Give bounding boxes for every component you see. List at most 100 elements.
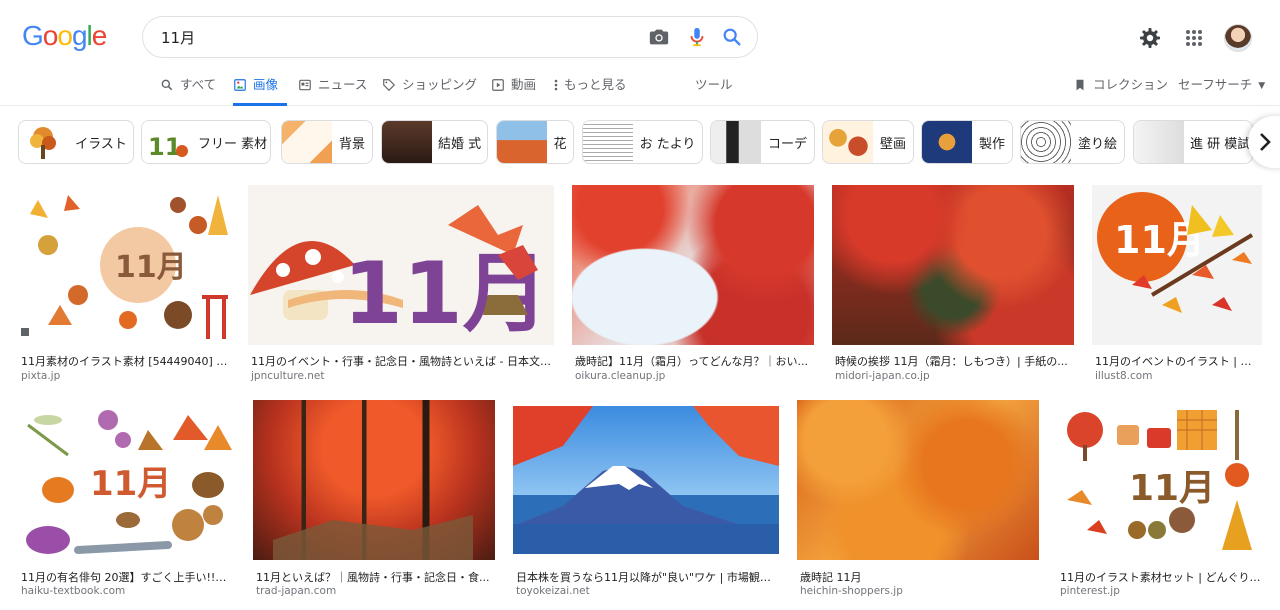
result-image[interactable] xyxy=(253,400,495,560)
chip[interactable]: 製作 xyxy=(921,120,1013,164)
result-caption[interactable]: 時候の挨拶 11月（霜月：しもつき）| 手紙の... xyxy=(835,353,1073,369)
image-result[interactable]: 11月 11月素材のイラスト素材 [54449040] - PI... pixt… xyxy=(18,185,230,385)
chip[interactable]: コーデ xyxy=(710,120,815,164)
chip-thumbnail xyxy=(711,121,761,163)
chip-label: 塗り絵 xyxy=(1077,136,1117,152)
gear-icon[interactable] xyxy=(1138,26,1162,50)
result-image[interactable] xyxy=(572,185,814,345)
result-source[interactable]: oikura.cleanup.jp xyxy=(575,370,665,382)
result-caption[interactable]: 日本株を買うなら11月以降が"良い"ワケ | 市場観測 |... xyxy=(516,569,778,585)
result-caption[interactable]: 歳時記 11月 xyxy=(800,569,1038,585)
tab-news[interactable]: ニュース xyxy=(298,70,367,106)
chip[interactable]: イラスト xyxy=(18,120,134,164)
image-result[interactable]: 11月 11月のイベント・行事・記念日・風物詩といえば - 日本文化... jp… xyxy=(248,185,554,385)
result-source[interactable]: jpnculture.net xyxy=(251,370,324,382)
result-image[interactable]: 11月 xyxy=(1057,400,1262,560)
result-image[interactable]: 11月 xyxy=(18,185,230,345)
logo-letter: g xyxy=(71,20,88,51)
chip-thumbnail xyxy=(19,121,69,163)
tab-label: 動画 xyxy=(511,77,537,92)
image-result[interactable]: 11月 11月のイベントのイラスト | 無... illust8.com xyxy=(1092,185,1262,385)
chip-label: 進 研 模試 xyxy=(1190,136,1251,152)
image-result[interactable]: 歳時記 11月 heichin-shoppers.jp xyxy=(797,400,1039,605)
tab-label: ツール xyxy=(695,77,733,92)
bookmark-icon xyxy=(1073,78,1087,92)
safesearch-label: セーフサーチ xyxy=(1178,77,1253,92)
tab-images[interactable]: 画像 xyxy=(233,70,287,106)
chip[interactable]: お たより xyxy=(582,120,703,164)
tab-all[interactable]: すべて xyxy=(160,70,216,106)
image-result[interactable]: 日本株を買うなら11月以降が"良い"ワケ | 市場観測 |... toyokei… xyxy=(513,406,779,605)
image-text: 11月 xyxy=(115,250,187,285)
result-image[interactable]: 11月 xyxy=(1092,185,1262,345)
chevron-down-icon: ▼ xyxy=(1258,81,1266,91)
image-result[interactable]: 11月といえば？｜風物詩・行事・記念日・食... trad-japan.com xyxy=(253,400,495,605)
chip-label: 花 xyxy=(553,136,567,152)
chip-thumbnail xyxy=(382,121,432,163)
chip-thumbnail xyxy=(922,121,972,163)
search-icon[interactable] xyxy=(721,26,743,48)
chip-label: 壁画 xyxy=(879,136,906,152)
tab-label: ショッピング xyxy=(402,77,478,92)
result-source[interactable]: heichin-shoppers.jp xyxy=(800,585,903,597)
tab-label: すべて xyxy=(180,77,217,92)
result-source[interactable]: illust8.com xyxy=(1095,370,1152,382)
chip[interactable]: 11 フリー 素材 xyxy=(141,120,271,164)
news-icon xyxy=(298,78,312,92)
image-text: 11月 xyxy=(90,464,171,504)
chip-label: 製作 xyxy=(978,136,1005,152)
result-caption[interactable]: 11月のイベントのイラスト | 無... xyxy=(1095,353,1261,369)
camera-icon[interactable] xyxy=(648,26,670,48)
chip-label: イラスト xyxy=(75,136,127,152)
chip[interactable]: 進 研 模試 xyxy=(1133,120,1253,164)
avatar[interactable] xyxy=(1224,24,1252,52)
result-source[interactable]: toyokeizai.net xyxy=(516,585,590,597)
result-caption[interactable]: 11月のイラスト素材セット | どんぐり ... xyxy=(1060,569,1261,585)
result-image[interactable]: 11月 xyxy=(248,185,554,345)
result-source[interactable]: pinterest.jp xyxy=(1060,585,1120,597)
tab-more[interactable]: もっと見る xyxy=(554,70,627,106)
chip-thumbnail xyxy=(1134,121,1184,163)
result-caption[interactable]: 11月の有名俳句 20選】すごく上手い!!季... xyxy=(21,569,235,585)
top-bar: Google xyxy=(0,0,1280,70)
result-caption[interactable]: 11月といえば？｜風物詩・行事・記念日・食... xyxy=(256,569,494,585)
image-result[interactable]: 時候の挨拶 11月（霜月：しもつき）| 手紙の... midori-japan.… xyxy=(832,185,1074,385)
tab-tools[interactable]: ツール xyxy=(695,70,733,106)
result-caption[interactable]: 11月のイベント・行事・記念日・風物詩といえば - 日本文化... xyxy=(251,353,553,369)
chip[interactable]: 結婚 式 xyxy=(381,120,488,164)
chip[interactable]: 壁画 xyxy=(822,120,914,164)
chip-thumbnail xyxy=(823,121,873,163)
tab-label: もっと見る xyxy=(564,77,627,92)
tab-videos[interactable]: 動画 xyxy=(491,70,536,106)
chevron-right-icon xyxy=(1258,132,1272,152)
tab-shopping[interactable]: ショッピング xyxy=(382,70,477,106)
result-image[interactable] xyxy=(832,185,1074,345)
result-caption[interactable]: 11月素材のイラスト素材 [54449040] - PI... xyxy=(21,353,229,369)
result-source[interactable]: trad-japan.com xyxy=(256,585,336,597)
result-image[interactable] xyxy=(797,400,1039,560)
play-icon xyxy=(491,78,505,92)
search-input[interactable] xyxy=(161,26,621,48)
apps-grid-icon[interactable] xyxy=(1182,26,1206,50)
image-result[interactable]: 11月 11月のイラスト素材セット | どんぐり ... pinterest.j… xyxy=(1057,400,1262,605)
logo-letter: o xyxy=(42,20,59,51)
result-caption[interactable]: 歳時記】11月（霜月）ってどんな月？｜おい... xyxy=(575,353,813,369)
collections-link[interactable]: コレクション xyxy=(1073,70,1168,106)
chip-thumbnail xyxy=(497,121,547,163)
google-logo[interactable]: Google xyxy=(22,20,107,52)
result-image[interactable] xyxy=(513,406,779,554)
chip-label: お たより xyxy=(639,136,696,152)
result-source[interactable]: pixta.jp xyxy=(21,370,60,382)
result-source[interactable]: haiku-textbook.com xyxy=(21,585,125,597)
result-source[interactable]: midori-japan.co.jp xyxy=(835,370,930,382)
image-result[interactable]: 歳時記】11月（霜月）ってどんな月？｜おい... oikura.cleanup.… xyxy=(572,185,814,385)
image-result[interactable]: 11月 11月の有名俳句 20選】すごく上手い!!季... haiku-text… xyxy=(18,400,236,605)
chip[interactable]: 背景 xyxy=(281,120,373,164)
chip[interactable]: 塗り絵 xyxy=(1020,120,1125,164)
result-image[interactable]: 11月 xyxy=(18,400,236,560)
microphone-icon[interactable] xyxy=(686,26,708,48)
image-icon xyxy=(233,78,247,92)
safesearch-dropdown[interactable]: セーフサーチ ▼ xyxy=(1178,70,1265,106)
tag-icon xyxy=(382,78,396,92)
chip[interactable]: 花 xyxy=(496,120,574,164)
